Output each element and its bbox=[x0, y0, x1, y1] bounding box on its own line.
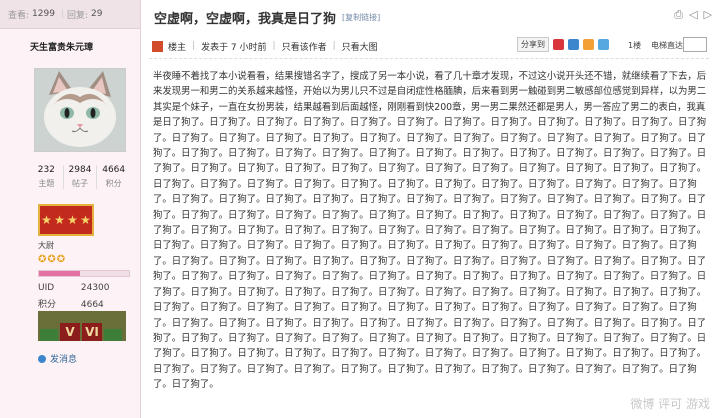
thread-title-row: 空虚啊，空虚啊，我真是日了狗 [复制链接] bbox=[154, 8, 380, 27]
weibo-icon[interactable] bbox=[553, 39, 564, 50]
post-area: 空虚啊，空虚啊，我真是日了狗 [复制链接] ⎙ ◁ ▷ 楼主 | 发表于 7 小… bbox=[141, 0, 720, 418]
count-threads[interactable]: 232 主题 bbox=[30, 165, 64, 189]
post-body-repeat: 日了狗了。日了狗了。日了狗了。日了狗了。日了狗了。日了狗了。日了狗了。日了狗了。… bbox=[153, 117, 707, 391]
views-count: 1299 bbox=[32, 9, 55, 19]
send-message-link[interactable]: 发消息 bbox=[38, 352, 77, 365]
count-label: 帖子 bbox=[72, 179, 88, 188]
large-image-link[interactable]: 只看大图 bbox=[342, 40, 378, 53]
floor-number: 1楼 bbox=[628, 41, 642, 50]
jump-input[interactable] bbox=[683, 37, 707, 52]
avatar[interactable] bbox=[34, 68, 126, 152]
medal-ribbon bbox=[40, 329, 58, 341]
watermark: 微博 评可 游戏 bbox=[630, 397, 710, 411]
rank-badge: ★ ★ ★ ★ bbox=[38, 204, 94, 236]
star-icon: ✪ bbox=[38, 254, 48, 265]
qq-icon[interactable] bbox=[568, 39, 579, 50]
uid-row: UID 24300 bbox=[38, 283, 110, 293]
star-icon: ★ bbox=[41, 213, 52, 227]
qzone-icon[interactable] bbox=[583, 39, 594, 50]
count-label: 主题 bbox=[38, 179, 55, 188]
divider bbox=[149, 58, 709, 59]
points-label: 积分 bbox=[38, 300, 57, 310]
count-value: 232 bbox=[37, 165, 55, 175]
copy-link-button[interactable]: [复制链接] bbox=[342, 12, 380, 23]
prev-thread-icon[interactable]: ◁ bbox=[689, 8, 697, 22]
uid-value: 24300 bbox=[80, 283, 110, 293]
medal-vi[interactable]: VI bbox=[82, 323, 102, 341]
uid-label: UID bbox=[38, 283, 55, 293]
author-sidebar: 查看: 1299 | 回复: 29 天生富贵朱元璋 232 主题 2984 帖子… bbox=[0, 0, 141, 418]
star-icon: ★ bbox=[80, 213, 91, 227]
tencent-weibo-icon[interactable] bbox=[598, 39, 609, 50]
count-label: 积分 bbox=[105, 179, 122, 188]
count-posts[interactable]: 2984 帖子 bbox=[64, 165, 98, 189]
count-value: 2984 bbox=[68, 165, 92, 175]
top-icons: ⎙ ◁ ▷ bbox=[674, 8, 712, 22]
count-value: 4664 bbox=[102, 165, 126, 175]
author-counts: 232 主题 2984 帖子 4664 积分 bbox=[30, 165, 130, 189]
author-username[interactable]: 天生富贵朱元璋 bbox=[30, 40, 93, 53]
count-points[interactable]: 4664 积分 bbox=[97, 165, 130, 189]
replies-label: 回复: bbox=[67, 10, 89, 21]
message-icon bbox=[38, 354, 46, 363]
rank-progress-bar bbox=[38, 270, 130, 277]
medal-strip: V VI bbox=[38, 311, 126, 341]
star-icon: ✪ bbox=[47, 254, 57, 265]
rank-title: 大尉 bbox=[38, 241, 54, 250]
online-status-icon bbox=[152, 40, 163, 52]
jump-label: 电梯直达 bbox=[651, 41, 683, 50]
medal-v[interactable]: V bbox=[60, 323, 80, 341]
share-button[interactable]: 分享到 bbox=[517, 37, 549, 52]
posted-time: 发表于 7 小时前 bbox=[201, 42, 267, 53]
next-thread-icon[interactable]: ▷ bbox=[704, 8, 712, 22]
send-message-label: 发消息 bbox=[50, 355, 78, 365]
star-icon: ★ bbox=[54, 213, 65, 227]
replies-count: 29 bbox=[91, 9, 103, 19]
share-bar: 分享到 bbox=[517, 37, 609, 52]
post-meta: 楼主 | 发表于 7 小时前 | 只看该作者 | 只看大图 分享到 1楼 电梯直… bbox=[152, 37, 712, 55]
views-label: 查看: bbox=[8, 10, 30, 21]
thread-stats: 查看: 1299 | 回复: 29 bbox=[0, 0, 140, 29]
op-label: 楼主 bbox=[168, 42, 187, 53]
medal-ribbon bbox=[104, 329, 122, 341]
rank-progress-fill bbox=[39, 271, 80, 276]
thread-title: 空虚啊，空虚啊，我真是日了狗 bbox=[154, 12, 337, 27]
star-icon: ✪ bbox=[56, 254, 67, 265]
cat-avatar-image bbox=[35, 69, 125, 151]
author-only-link[interactable]: 只看该作者 bbox=[282, 40, 327, 53]
post-body: 半夜睡不着找了本小说看看，结果搜错名字了，搜成了另一本小说，看了几十章才发现，不… bbox=[153, 69, 708, 409]
print-icon[interactable]: ⎙ bbox=[674, 8, 683, 22]
points-value: 4664 bbox=[80, 300, 104, 310]
star-icon: ★ bbox=[67, 213, 78, 227]
rank-stars: ✪✪✪ bbox=[38, 254, 66, 265]
points-row: 积分 4664 bbox=[38, 297, 104, 310]
